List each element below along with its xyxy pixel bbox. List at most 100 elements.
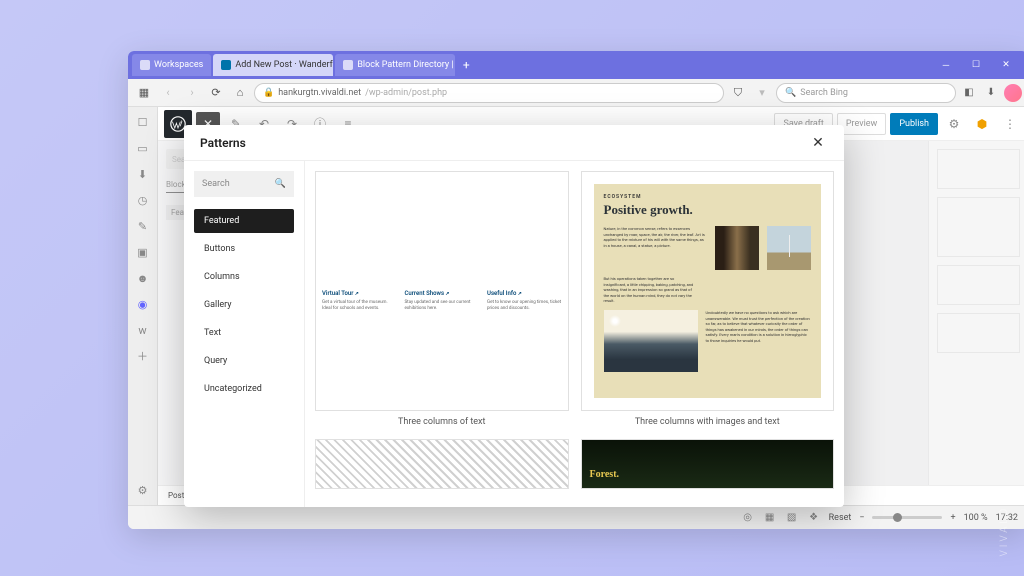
search-icon: 🔍 <box>785 88 796 98</box>
forest-hero-image: Forest. <box>582 440 834 488</box>
wordpress-editor: ✕ ✎ ↶ ↷ ⓘ ≡ Save draft Preview Publish ⚙… <box>158 107 1024 505</box>
url-field[interactable]: 🔒 hankurgtn.vivaldi.net /wp-admin/post.p… <box>254 83 724 103</box>
search-icon: 🔍 <box>275 179 286 189</box>
modal-title: Patterns <box>200 136 246 150</box>
maximize-button[interactable]: ☐ <box>964 56 988 74</box>
minimize-button[interactable]: ─ <box>934 56 958 74</box>
settings-icon[interactable]: ⚙ <box>134 481 152 499</box>
translate-panel-icon[interactable]: ☻ <box>134 269 152 287</box>
options-button[interactable]: ⋮ <box>998 112 1022 136</box>
pattern-item[interactable] <box>315 439 569 489</box>
window-controls: ─ ☐ ✕ <box>934 56 1024 74</box>
preview-heading: Useful Info <box>487 290 562 297</box>
vivaldi-watermark: VIVALDI <box>999 500 1010 556</box>
preview-button[interactable]: Preview <box>837 113 886 135</box>
tiling-icon[interactable]: ▦ <box>763 511 777 525</box>
modal-header: Patterns ✕ <box>184 125 844 161</box>
history-panel-icon[interactable]: ◷ <box>134 191 152 209</box>
vivaldi-favicon <box>140 60 150 70</box>
preview-text: Get to know our opening times, ticket pr… <box>487 300 562 312</box>
url-path: /wp-admin/post.php <box>365 88 447 98</box>
preview-text: But his operations taken together are so… <box>604 276 697 304</box>
category-query[interactable]: Query <box>194 349 294 373</box>
back-button[interactable]: ‹ <box>158 83 178 103</box>
breadcrumb-post[interactable]: Post <box>168 491 184 500</box>
preview-heading: Current Shows <box>405 290 480 297</box>
preview-text: Nature, in the common sense, refers to e… <box>604 226 708 270</box>
home-button[interactable]: ⌂ <box>230 83 250 103</box>
download-icon[interactable]: ⬇ <box>982 84 1000 102</box>
pattern-forest[interactable]: Forest. <box>581 439 835 489</box>
window-panel-icon[interactable]: ▣ <box>134 243 152 261</box>
mastodon-panel-icon[interactable]: ◉ <box>134 295 152 313</box>
tab-add-new-post[interactable]: Add New Post · Wanderful <box>213 54 333 76</box>
preview-heading: Virtual Tour <box>322 290 397 297</box>
pattern-three-columns-text[interactable]: Virtual Tour Get a virtual tour of the m… <box>315 171 569 427</box>
preview-text: Get a virtual tour of the museum. Ideal … <box>322 300 397 312</box>
add-panel-icon[interactable]: ＋ <box>134 347 152 365</box>
reading-list-icon[interactable]: ▭ <box>134 139 152 157</box>
tab-label: Workspaces <box>154 60 203 70</box>
striped-pattern-image <box>316 440 568 488</box>
tab-block-pattern-directory[interactable]: Block Pattern Directory | W <box>335 54 455 76</box>
notes-panel-icon[interactable]: ✎ <box>134 217 152 235</box>
settings-sidebar <box>928 141 1024 505</box>
pattern-preview: ECOSYSTEM Positive growth. Nature, in th… <box>581 171 835 411</box>
lock-icon: 🔒 <box>263 88 274 98</box>
profile-avatar[interactable] <box>1004 84 1022 102</box>
tab-label: Block Pattern Directory | W <box>357 60 455 70</box>
image-toggle-icon[interactable]: ▨ <box>785 511 799 525</box>
search-field[interactable]: 🔍 Search Bing <box>776 83 956 103</box>
forward-button[interactable]: › <box>182 83 202 103</box>
pattern-preview: Forest. <box>581 439 835 489</box>
new-tab-button[interactable]: + <box>457 56 475 74</box>
zoom-out-button[interactable]: − <box>859 513 864 523</box>
category-gallery[interactable]: Gallery <box>194 293 294 317</box>
capture-icon[interactable]: ◎ <box>741 511 755 525</box>
panel-toggle-icon[interactable]: ▦ <box>134 83 154 103</box>
patterns-modal: Patterns ✕ Search 🔍 Featured Buttons Col… <box>184 125 844 507</box>
browser-window: Workspaces Add New Post · Wanderful Bloc… <box>128 51 1024 529</box>
pattern-three-columns-images-text[interactable]: ECOSYSTEM Positive growth. Nature, in th… <box>581 171 835 427</box>
tab-label: Add New Post · Wanderful <box>235 60 333 70</box>
shield-icon[interactable]: ⛉ <box>728 83 748 103</box>
category-text[interactable]: Text <box>194 321 294 345</box>
bookmarks-panel-icon[interactable]: ☐ <box>134 113 152 131</box>
pattern-grid: Virtual Tour Get a virtual tour of the m… <box>304 161 844 507</box>
downloads-panel-icon[interactable]: ⬇ <box>134 165 152 183</box>
category-columns[interactable]: Columns <box>194 265 294 289</box>
status-bar: ◎ ▦ ▨ ❖ Reset − + 100 % 17:32 <box>128 505 1024 529</box>
category-buttons[interactable]: Buttons <box>194 237 294 261</box>
preview-text: Stay updated and see our current exhibit… <box>405 300 480 312</box>
zoom-slider[interactable] <box>872 516 942 519</box>
dropdown-icon[interactable]: ▾ <box>752 83 772 103</box>
address-bar: ▦ ‹ › ⟳ ⌂ 🔒 hankurgtn.vivaldi.net /wp-ad… <box>128 79 1024 107</box>
reload-button[interactable]: ⟳ <box>206 83 226 103</box>
settings-toggle-icon[interactable]: ⚙ <box>942 112 966 136</box>
preview-text: Undoubtedly we have no questions to ask … <box>706 310 812 344</box>
jetpack-icon[interactable]: ⬢ <box>970 112 994 136</box>
search-placeholder: Search Bing <box>800 88 848 98</box>
pattern-search-input[interactable]: Search 🔍 <box>194 171 294 197</box>
extension-icon[interactable]: ◧ <box>960 84 978 102</box>
zoom-in-button[interactable]: + <box>950 513 955 523</box>
close-window-button[interactable]: ✕ <box>994 56 1018 74</box>
url-host: hankurgtn.vivaldi.net <box>278 88 361 98</box>
close-modal-button[interactable]: ✕ <box>808 133 828 153</box>
zoom-reset-button[interactable]: Reset <box>829 513 852 523</box>
publish-button[interactable]: Publish <box>890 113 938 135</box>
category-uncategorized[interactable]: Uncategorized <box>194 377 294 401</box>
tab-workspaces[interactable]: Workspaces <box>132 54 211 76</box>
pattern-categories-sidebar: Search 🔍 Featured Buttons Columns Galler… <box>184 161 304 507</box>
web-panel-icon[interactable]: w <box>134 321 152 339</box>
tab-bar: Workspaces Add New Post · Wanderful Bloc… <box>128 51 1024 79</box>
pattern-label: Three columns of text <box>315 417 569 427</box>
windmill-image <box>767 226 811 270</box>
preview-eyebrow: ECOSYSTEM <box>604 194 812 200</box>
wordpress-favicon <box>221 60 231 70</box>
category-featured[interactable]: Featured <box>194 209 294 233</box>
preview-title: Positive growth. <box>604 202 812 218</box>
preview-title: Forest. <box>590 469 620 480</box>
search-placeholder: Search <box>202 179 230 189</box>
page-actions-icon[interactable]: ❖ <box>807 511 821 525</box>
